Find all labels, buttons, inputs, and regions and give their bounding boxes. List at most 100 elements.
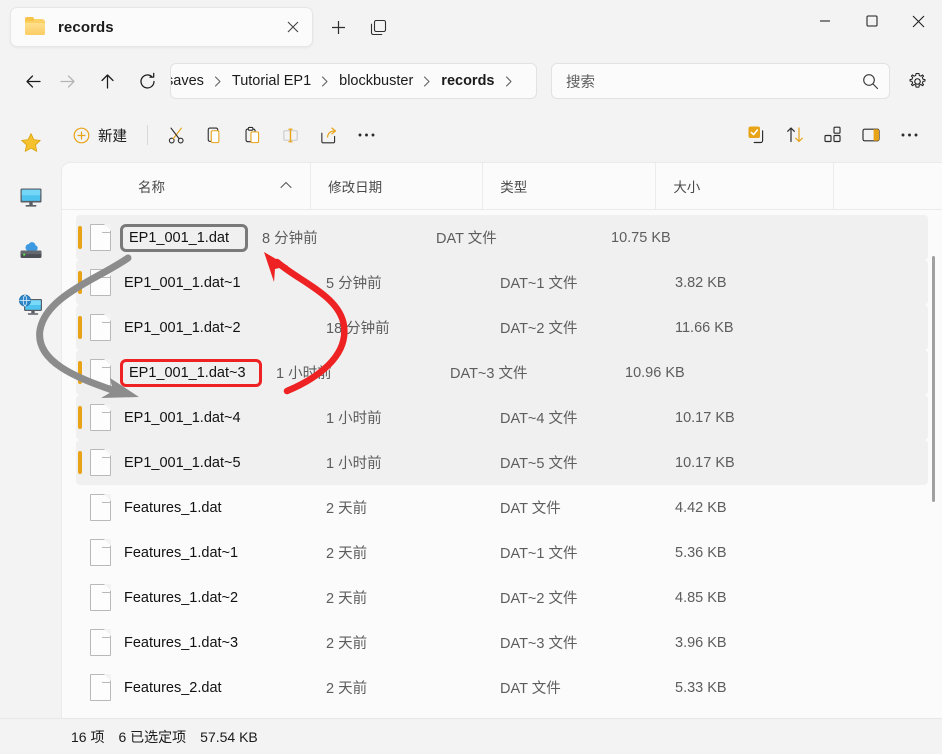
sidebar-item-network[interactable] <box>18 292 44 318</box>
table-row[interactable]: Features_2.dat 2 天前 DAT 文件 5.33 KB <box>76 665 928 710</box>
sidebar-item-drive[interactable] <box>18 238 44 264</box>
breadcrumb-item-records[interactable]: records <box>438 73 497 89</box>
scissors-icon[interactable] <box>157 118 195 152</box>
ellipsis-icon[interactable] <box>890 118 928 152</box>
file-icon <box>76 494 124 521</box>
share-icon[interactable] <box>309 118 347 152</box>
preview-pane-icon[interactable] <box>852 118 890 152</box>
table-row[interactable]: EP1_001_1.dat 8 分钟前 DAT 文件 10.75 KB <box>76 215 928 260</box>
table-row[interactable]: EP1_001_1.dat~5 1 小时前 DAT~5 文件 10.17 KB <box>76 440 928 485</box>
checkbox-select-icon[interactable] <box>738 118 776 152</box>
refresh-icon[interactable] <box>130 64 164 98</box>
chevron-right-icon <box>416 75 438 87</box>
sidebar-item-favorites[interactable] <box>18 130 44 156</box>
table-row[interactable]: Features_1.dat~3 2 天前 DAT~3 文件 3.96 KB <box>76 620 928 665</box>
status-bar: 16 项 6 已选定项 57.54 KB <box>0 718 942 754</box>
file-list-pane: 名称 修改日期 类型 大小 EP1_001_1.dat 8 分钟前 DAT 文件 10… <box>61 162 942 724</box>
file-size: 10.96 KB <box>625 364 685 381</box>
file-size: 10.75 KB <box>611 229 671 246</box>
table-row[interactable]: Features_1.dat~1 2 天前 DAT~1 文件 5.36 KB <box>76 530 928 575</box>
search-icon[interactable] <box>862 73 879 90</box>
file-size: 4.85 KB <box>675 589 727 606</box>
table-row[interactable]: Features_1.dat~2 2 天前 DAT~2 文件 4.85 KB <box>76 575 928 620</box>
file-type: DAT~2 文件 <box>500 321 578 337</box>
file-icon <box>76 629 124 656</box>
breadcrumb[interactable]: saves Tutorial EP1 blockbuster records <box>170 63 537 99</box>
file-icon <box>76 674 124 701</box>
file-size: 5.36 KB <box>675 544 727 561</box>
file-date: 2 天前 <box>326 501 368 517</box>
chevron-right-icon <box>314 75 336 87</box>
column-header-size[interactable]: 大小 <box>655 163 833 210</box>
clipboard-icon[interactable] <box>233 118 271 152</box>
title-bar: records <box>0 0 942 54</box>
file-name: Features_2.dat <box>124 679 222 696</box>
selection-indicator <box>78 271 82 294</box>
file-icon <box>76 224 124 251</box>
file-explorer-window: records aves Tutorial EP1 blockbuster re… <box>0 0 942 754</box>
column-header-type[interactable]: 类型 <box>482 163 655 210</box>
table-row[interactable]: EP1_001_1.dat~4 1 小时前 DAT~4 文件 10.17 KB <box>76 395 928 440</box>
tab-records[interactable]: records <box>10 7 313 47</box>
tab-list-icon[interactable] <box>361 10 395 44</box>
ellipsis-icon[interactable] <box>347 118 385 152</box>
sidebar-item-this-pc[interactable] <box>18 184 44 210</box>
gear-icon[interactable] <box>900 64 934 98</box>
arrow-up-icon[interactable] <box>90 64 124 98</box>
new-button[interactable]: 新建 <box>62 118 138 152</box>
copy-icon[interactable] <box>195 118 233 152</box>
selection-indicator <box>78 406 82 429</box>
file-rows: EP1_001_1.dat 8 分钟前 DAT 文件 10.75 KB EP1_001_… <box>62 210 942 724</box>
plus-icon[interactable] <box>321 10 355 44</box>
address-bar: saves Tutorial EP1 blockbuster records 搜… <box>0 54 942 108</box>
column-header-name[interactable]: 名称 <box>76 170 310 203</box>
close-icon[interactable] <box>895 0 942 42</box>
folder-icon <box>25 16 45 36</box>
file-type: DAT~1 文件 <box>500 546 578 562</box>
divider <box>147 125 148 145</box>
file-date: 1 小时前 <box>326 456 382 472</box>
breadcrumb-item-blockbuster[interactable]: blockbuster <box>336 73 416 89</box>
chevron-right-icon[interactable] <box>498 75 520 87</box>
maximize-icon[interactable] <box>848 0 895 42</box>
file-name: EP1_001_1.dat~4 <box>124 409 241 426</box>
column-header-extra[interactable] <box>833 163 942 210</box>
column-header-name-label: 名称 <box>138 180 165 195</box>
file-date: 2 天前 <box>326 591 368 607</box>
file-type: DAT~1 文件 <box>500 276 578 292</box>
file-date: 8 分钟前 <box>262 231 318 247</box>
column-header-date[interactable]: 修改日期 <box>310 163 482 210</box>
file-type: DAT~2 文件 <box>500 591 578 607</box>
table-row[interactable]: Features_1.dat 2 天前 DAT 文件 4.42 KB <box>76 485 928 530</box>
file-icon <box>76 314 124 341</box>
file-name: Features_1.dat~1 <box>124 544 239 561</box>
window-controls <box>801 0 942 42</box>
tab-label: records <box>58 18 114 36</box>
vertical-scrollbar[interactable] <box>932 256 935 502</box>
network-pc-icon <box>18 294 43 317</box>
file-icon <box>76 449 124 476</box>
sort-arrows-icon[interactable] <box>776 118 814 152</box>
sort-asc-icon <box>280 181 292 192</box>
status-item-count: 16 项 <box>71 728 105 745</box>
new-button-label: 新建 <box>98 128 127 145</box>
plus-circle-icon <box>73 127 90 144</box>
table-row[interactable]: EP1_001_1.dat~3 1 小时前 DAT~3 文件 10.96 KB <box>76 350 928 395</box>
table-row[interactable]: EP1_001_1.dat~2 18 分钟前 DAT~2 文件 11.66 KB <box>76 305 928 350</box>
file-icon <box>76 584 124 611</box>
arrow-right-icon <box>50 64 84 98</box>
table-row[interactable]: EP1_001_1.dat~1 5 分钟前 DAT~1 文件 3.82 KB <box>76 260 928 305</box>
file-type: DAT 文件 <box>436 231 497 247</box>
minimize-icon[interactable] <box>801 0 848 42</box>
file-size: 3.82 KB <box>675 274 727 291</box>
breadcrumb-item-saves[interactable]: saves <box>171 73 207 89</box>
file-type: DAT~5 文件 <box>500 456 578 472</box>
close-icon[interactable] <box>280 14 306 40</box>
rename-icon[interactable] <box>271 118 309 152</box>
arrow-left-icon[interactable] <box>16 64 50 98</box>
search-box[interactable]: 搜索 <box>551 63 890 99</box>
file-date: 2 天前 <box>326 681 368 697</box>
grid-view-icon[interactable] <box>814 118 852 152</box>
breadcrumb-item-tutorial-ep1[interactable]: Tutorial EP1 <box>229 73 314 89</box>
search-input[interactable]: 搜索 <box>566 71 862 92</box>
